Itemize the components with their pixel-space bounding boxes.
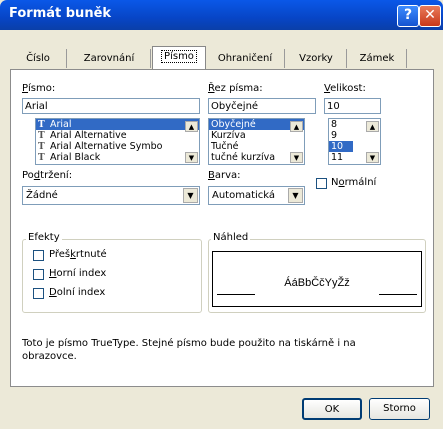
- tab-ohraniceni[interactable]: Ohraničení: [206, 49, 285, 68]
- scroll-up-icon[interactable]: ▲: [290, 121, 303, 132]
- font-list-item[interactable]: T Arial Alternative: [36, 130, 199, 141]
- close-button[interactable]: ✕: [419, 5, 441, 27]
- baseline-right: [379, 294, 417, 295]
- color-label: Barva:: [208, 170, 241, 181]
- scroll-down-icon[interactable]: ▼: [366, 152, 379, 163]
- underline-select[interactable]: Žádné ▼: [22, 186, 200, 205]
- font-tab-panel: Písmo: Arial T Arial T Arial Alternative T…: [10, 69, 434, 387]
- chevron-down-icon[interactable]: ▼: [183, 188, 198, 203]
- tab-label: Zámek: [359, 53, 395, 64]
- strikethrough-label: Přeškrtnuté: [49, 249, 107, 260]
- size-list-item[interactable]: 10: [329, 141, 353, 152]
- font-size-input[interactable]: 10: [324, 98, 381, 114]
- window-title: Formát buněk: [9, 6, 112, 21]
- tab-zamek[interactable]: Zámek: [348, 49, 407, 68]
- underline-value: Žádné: [26, 190, 58, 201]
- help-button[interactable]: ?: [397, 5, 419, 27]
- truetype-info-text: Toto je písmo TrueType. Stejné písmo bud…: [22, 338, 356, 362]
- color-value: Automatická: [212, 190, 276, 201]
- format-cells-dialog: Formát buněk ? ✕ Číslo Zarovnání Písmo O…: [0, 0, 443, 429]
- font-style-list[interactable]: Obyčejné Kurzíva Tučné tučné kurzíva ▲ ▼: [208, 118, 305, 165]
- effects-title: Efekty: [26, 232, 62, 243]
- font-list-item[interactable]: T Arial Alternative Symbo: [36, 141, 199, 152]
- tab-zarovnani[interactable]: Zarovnání: [68, 49, 151, 68]
- truetype-icon: T: [38, 153, 45, 163]
- preview-title: Náhled: [211, 232, 251, 243]
- ok-button[interactable]: OK: [302, 398, 362, 420]
- tab-label: Číslo: [26, 53, 50, 64]
- scroll-up-icon[interactable]: ▲: [366, 121, 379, 132]
- style-list-item[interactable]: Tučné: [209, 141, 304, 152]
- font-label: Písmo:: [22, 83, 56, 94]
- underline-label: Podtržení:: [22, 170, 73, 181]
- font-style-input[interactable]: Obyčejné: [208, 98, 316, 114]
- normal-checkbox[interactable]: [316, 178, 327, 189]
- font-list-item[interactable]: T Arial: [36, 119, 199, 130]
- tab-label: Písmo: [161, 50, 197, 63]
- superscript-checkbox[interactable]: [33, 269, 44, 280]
- color-select[interactable]: Automatická ▼: [208, 186, 305, 205]
- subscript-label: Dolní index: [49, 287, 106, 298]
- superscript-label: Horní index: [49, 268, 107, 279]
- style-label: Řez písma:: [208, 83, 263, 94]
- chevron-down-icon[interactable]: ▼: [288, 188, 303, 203]
- subscript-checkbox[interactable]: [33, 288, 44, 299]
- tab-label: Ohraničení: [217, 53, 273, 64]
- normal-label: Normální: [331, 177, 377, 188]
- tab-cislo[interactable]: Číslo: [10, 49, 67, 68]
- baseline-left: [217, 294, 255, 295]
- cancel-button[interactable]: Storno: [369, 398, 430, 420]
- tab-pismo[interactable]: Písmo: [152, 46, 206, 69]
- font-list-item[interactable]: T Arial Black: [36, 152, 199, 163]
- scroll-up-icon[interactable]: ▲: [185, 121, 198, 132]
- strikethrough-checkbox[interactable]: [33, 250, 44, 261]
- tab-vzorky[interactable]: Vzorky: [286, 49, 347, 68]
- preview-box: ÁáBbČčYyŽž: [212, 251, 422, 307]
- tab-label: Vzorky: [299, 53, 333, 64]
- scroll-down-icon[interactable]: ▼: [290, 152, 303, 163]
- scroll-down-icon[interactable]: ▼: [185, 152, 198, 163]
- tab-label: Zarovnání: [83, 53, 135, 64]
- font-name-input[interactable]: Arial: [22, 98, 200, 114]
- title-bar[interactable]: Formát buněk ? ✕: [0, 0, 443, 30]
- font-size-list[interactable]: 8 9 10 11 ▲ ▼: [328, 118, 381, 165]
- preview-sample: ÁáBbČčYyŽž: [284, 277, 350, 289]
- size-label: Velikost:: [324, 83, 366, 94]
- font-list[interactable]: T Arial T Arial Alternative T Arial Alterna…: [35, 118, 200, 165]
